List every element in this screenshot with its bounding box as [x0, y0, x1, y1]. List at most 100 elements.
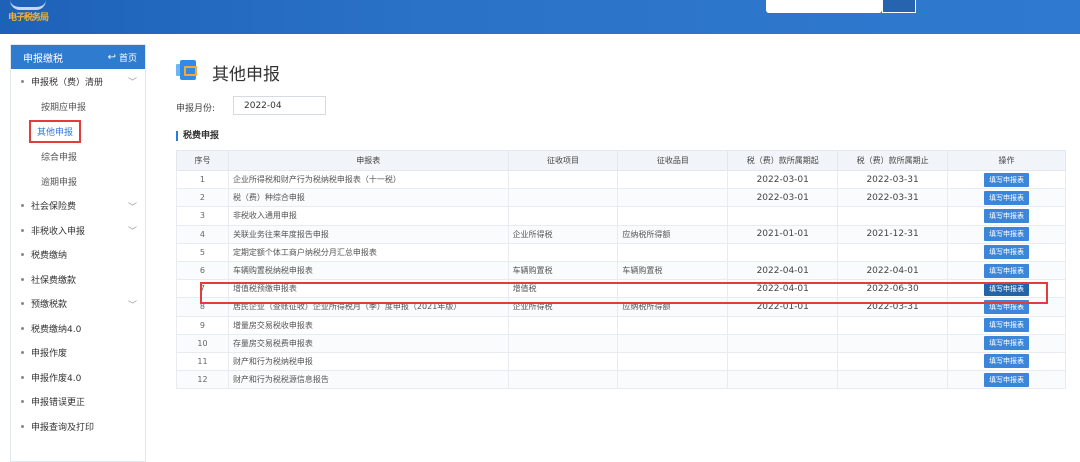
fill-form-button[interactable]: 填写申报表 [984, 208, 1030, 223]
sidebar-subitem[interactable]: 综合申报 [11, 144, 145, 169]
levy-subitem-cell [617, 351, 729, 372]
fill-form-button[interactable]: 填写申报表 [984, 263, 1030, 278]
fill-form-button[interactable]: 填写申报表 [984, 336, 1030, 351]
sidebar-item[interactable]: 预缴税款 ﹀ [11, 292, 145, 317]
table-row: 1 企业所得税和财产行为税纳税申报表（十一税） 2022-03-01 2022-03-… [176, 169, 1066, 190]
period-end-cell [837, 315, 949, 335]
row-number: 5 [176, 242, 229, 262]
form-name-cell: 非税收入通用申报 [227, 206, 509, 226]
sidebar-item[interactable]: 申报作废4.0 [11, 365, 145, 390]
row-number: 7 [176, 279, 229, 299]
sidebar-item-label: 申报查询及打印 [31, 422, 95, 433]
row-number: 4 [176, 224, 229, 244]
fill-form-button[interactable]: 填写申报表 [984, 227, 1030, 242]
levy-item-cell [507, 206, 619, 226]
sidebar-menu: 申报税（费）清册 ﹀ 按期应申报 其他申报 综合申报逾期申报社会保险费 ﹀ 非税收入申报 ﹀ 税… [11, 69, 145, 439]
sidebar-item[interactable]: 税费缴纳 [11, 243, 145, 268]
form-name-cell: 居民企业（查账征收）企业所得税月（季）度申报（2021年版） [227, 297, 509, 317]
sidebar-item[interactable]: 税费缴纳4.0 [11, 316, 145, 341]
sidebar-subitem[interactable]: 其他申报 [11, 119, 145, 144]
operation-cell: 填写申报表 [947, 260, 1066, 281]
home-link[interactable]: ↩ 首页 [108, 51, 137, 64]
operation-cell: 填写申报表 [947, 351, 1066, 372]
row-number: 2 [176, 188, 229, 208]
fill-form-button[interactable]: 填写申报表 [984, 172, 1030, 187]
operation-cell: 填写申报表 [947, 188, 1066, 208]
form-name-cell: 存量房交易税费申报表 [227, 333, 509, 353]
fill-form-button[interactable]: 填写申报表 [984, 299, 1030, 314]
bullet-icon [21, 351, 24, 355]
column-header: 税（费）款所属期止 [837, 150, 949, 171]
declaration-table: 序号 申报表 征收项目 征收品目 税（费）款所属期起 税（费）款所属期止 操作 1 企业所得税… [176, 150, 1066, 390]
sidebar-item[interactable]: 申报税（费）清册 ﹀ [11, 69, 145, 94]
table-row: 12 财产和行为税税源信息报告 填写申报表 [176, 370, 1066, 390]
form-name-cell: 税（费）种综合申报 [227, 188, 509, 208]
column-header: 序号 [176, 150, 229, 171]
bullet-icon [21, 302, 24, 306]
fill-form-button[interactable]: 填写申报表 [984, 354, 1030, 369]
fill-form-button[interactable]: 填写申报表 [984, 281, 1030, 296]
table-header-row: 序号 申报表 征收项目 征收品目 税（费）款所属期起 税（费）款所属期止 操作 [176, 150, 1066, 171]
sidebar-item[interactable]: 申报作废 [11, 341, 145, 366]
period-start-cell: 2021-01-01 [727, 224, 839, 244]
form-name-cell: 财产和行为税税源信息报告 [227, 370, 509, 390]
top-search-button[interactable] [882, 0, 916, 13]
sidebar-item-label: 税费缴纳4.0 [31, 324, 82, 335]
period-start-cell: 2022-03-01 [727, 188, 839, 208]
form-name-cell: 车辆购置税纳税申报表 [227, 260, 509, 281]
row-number: 11 [176, 351, 229, 372]
sidebar-item[interactable]: 申报错误更正 [11, 390, 145, 415]
row-number: 1 [176, 169, 229, 190]
sidebar-item[interactable]: 非税收入申报 ﹀ [11, 218, 145, 243]
return-arrow-icon: ↩ [107, 51, 116, 63]
operation-cell: 填写申报表 [947, 242, 1066, 262]
bullet-icon [21, 375, 24, 379]
period-start-cell [727, 333, 839, 353]
fill-form-button[interactable]: 填写申报表 [984, 190, 1030, 205]
sidebar-subitem[interactable]: 按期应申报 [11, 94, 145, 119]
period-start-cell: 2022-03-01 [727, 169, 839, 190]
month-input[interactable]: 2022-04 [233, 96, 326, 115]
levy-subitem-cell: 应纳税所得额 [617, 224, 729, 244]
logo-text: 电子税务局 [8, 13, 49, 23]
sidebar-item[interactable]: 社会保险费 ﹀ [11, 194, 145, 219]
levy-subitem-cell [617, 333, 729, 353]
table-row: 4 关联业务往来年度报告申报 企业所得税 应纳税所得额 2021-01-01 2021-1… [176, 224, 1066, 244]
period-start-cell [727, 351, 839, 372]
period-start-cell: 2022-04-01 [727, 279, 839, 299]
period-end-cell: 2022-03-31 [837, 169, 949, 190]
bullet-icon [21, 326, 24, 330]
sidebar-item[interactable]: 申报查询及打印 [11, 414, 145, 439]
column-header: 征收品目 [617, 150, 729, 171]
fill-form-button[interactable]: 填写申报表 [984, 245, 1030, 260]
period-start-cell: 2022-01-01 [727, 297, 839, 317]
form-name-cell: 关联业务往来年度报告申报 [227, 224, 509, 244]
sidebar-subitem-label: 逾期申报 [41, 177, 78, 188]
levy-item-cell [507, 333, 619, 353]
page-title: 其他申报 [212, 65, 280, 85]
column-header: 税（费）款所属期起 [727, 150, 839, 171]
table-row: 5 定期定额个体工商户纳税分月汇总申报表 填写申报表 [176, 242, 1066, 262]
row-number: 12 [176, 370, 229, 390]
operation-cell: 填写申报表 [947, 279, 1066, 299]
sidebar: 申报缴税 ↩ 首页 申报税（费）清册 ﹀ 按期应申报 其他申报 综合申报 逾期申报 社会保险… [10, 44, 146, 462]
levy-item-cell: 企业所得税 [507, 297, 619, 317]
top-search-input[interactable] [766, 0, 882, 13]
home-label: 首页 [118, 53, 137, 64]
levy-subitem-cell [617, 206, 729, 226]
sidebar-subitem[interactable]: 逾期申报 [11, 169, 145, 194]
bullet-icon [21, 228, 24, 232]
table-row: 11 财产和行为税纳税申报 填写申报表 [176, 351, 1066, 372]
sidebar-item[interactable]: 社保费缴款 [11, 267, 145, 292]
operation-cell: 填写申报表 [947, 169, 1066, 190]
levy-subitem-cell [617, 279, 729, 299]
period-end-cell [837, 333, 949, 353]
fill-form-button[interactable]: 填写申报表 [984, 318, 1030, 333]
period-end-cell: 2022-03-31 [837, 297, 949, 317]
period-start-cell [727, 242, 839, 262]
sidebar-item-label: 申报作废 [31, 349, 68, 360]
sidebar-item-label: 税费缴纳 [31, 251, 68, 262]
fill-form-button[interactable]: 填写申报表 [984, 372, 1030, 387]
month-label: 申报月份: [176, 104, 216, 114]
operation-cell: 填写申报表 [947, 370, 1066, 390]
